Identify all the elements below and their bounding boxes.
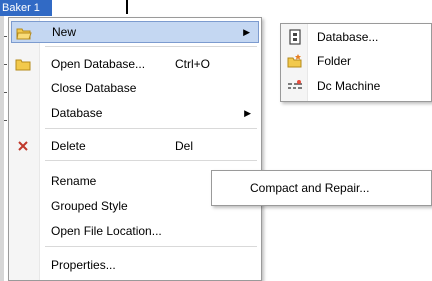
menu-item-label: Close Database [51,81,137,95]
submenu-arrow-icon: ▶ [244,108,251,118]
new-submenu: Database... Folder Dc Machine [280,23,432,102]
tree-connector-line [126,0,128,14]
menu-item-open-file-location[interactable]: Open File Location... [11,220,259,242]
context-menu: New ▶ Open Database... Ctrl+O Close Data… [8,17,262,281]
submenu-item-database[interactable]: Database... [283,26,429,48]
submenu-item-label: Database... [317,30,379,44]
submenu-item-label: Compact and Repair... [250,181,370,195]
tree-panel-strip [0,16,7,281]
menu-item-open-database[interactable]: Open Database... Ctrl+O [11,53,259,75]
new-folder-icon [287,53,303,69]
submenu-item-folder[interactable]: Folder [283,50,429,72]
menu-item-label: New [52,25,77,39]
database-submenu: Compact and Repair... [211,170,432,206]
database-icon [287,29,303,45]
menu-item-database[interactable]: Database ▶ [11,102,259,124]
submenu-item-label: Dc Machine [317,79,381,93]
menu-item-label: Properties... [51,258,116,272]
tree-node-selected[interactable]: Baker 1 [0,0,52,16]
menu-item-label: Open File Location... [51,224,162,238]
submenu-item-compact-repair[interactable]: Compact and Repair... [214,177,429,199]
menu-item-new[interactable]: New ▶ [11,21,259,43]
folder-icon [15,56,31,72]
dc-machine-icon [287,78,303,94]
menu-item-label: Database [51,106,103,120]
open-folder-icon [16,25,32,41]
menu-item-label: Rename [51,174,97,188]
submenu-item-label: Folder [317,54,352,68]
menu-item-shortcut: Ctrl+O [175,57,211,71]
menu-separator [45,46,257,47]
menu-item-label: Grouped Style [51,199,128,213]
menu-item-label: Open Database... [51,57,146,71]
red-x-icon [15,138,31,154]
submenu-item-dc-machine[interactable]: Dc Machine [283,75,429,97]
menu-separator [45,128,257,129]
menu-item-label: Delete [51,139,86,153]
menu-separator [45,160,257,161]
menu-separator [45,246,257,247]
menu-item-shortcut: Del [175,139,194,153]
submenu-arrow-icon: ▶ [243,27,250,37]
menu-item-close-database[interactable]: Close Database [11,77,259,99]
menu-item-properties[interactable]: Properties... [11,254,259,276]
menu-item-delete[interactable]: Delete Del [11,135,259,157]
